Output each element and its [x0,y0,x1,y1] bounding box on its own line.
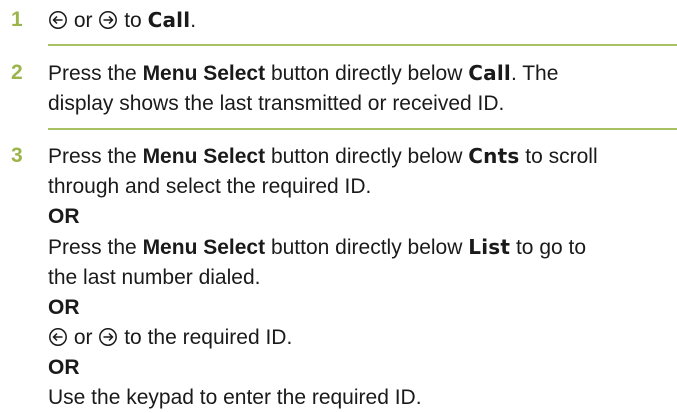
scroll-right-icon [98,10,118,30]
rest-text: . The [510,62,559,85]
display-text-cnts: Cnts [468,144,520,168]
keypad-text: Use the keypad to enter the required ID. [48,386,422,409]
rest-text: to scroll [525,145,598,168]
menu-select-label: Menu Select [142,236,266,259]
line-2: through and select the required ID. [48,175,372,198]
step-number: 1 [11,8,23,31]
step-number: 2 [11,61,23,84]
or-separator: OR [48,296,80,319]
display-text-list: List [468,235,511,259]
below-text: button directly below [270,62,463,85]
rest-text: to go to [515,236,587,259]
menu-select-label: Menu Select [142,62,266,85]
below-text: button directly below [270,145,463,168]
step-text: or to Call. [48,5,673,36]
step-text: Press the Menu Select button directly be… [48,141,673,413]
or-text: or [73,9,93,32]
period: . [190,9,197,32]
display-text-call: Call [147,8,191,32]
step-text: Press the Menu Select button directly be… [48,58,673,119]
line-2: the last number dialed. [48,266,261,289]
press-text: Press the [48,62,137,85]
step-number: 3 [11,144,23,167]
or-separator: OR [48,205,80,228]
scroll-left-icon [48,327,68,347]
display-text-call: Call [468,61,511,85]
press-text: Press the [48,236,137,259]
line-2: display shows the last transmitted or re… [48,92,505,115]
step-divider [48,128,677,130]
to-text: to [124,9,142,32]
scroll-right-icon [98,327,118,347]
press-text: Press the [48,145,137,168]
scroll-left-icon [48,10,68,30]
rest-text: to the required ID. [124,326,293,349]
step-divider [48,44,677,46]
or-separator: OR [48,356,80,379]
menu-select-label: Menu Select [142,145,266,168]
below-text: button directly below [270,236,463,259]
or-text: or [73,326,93,349]
